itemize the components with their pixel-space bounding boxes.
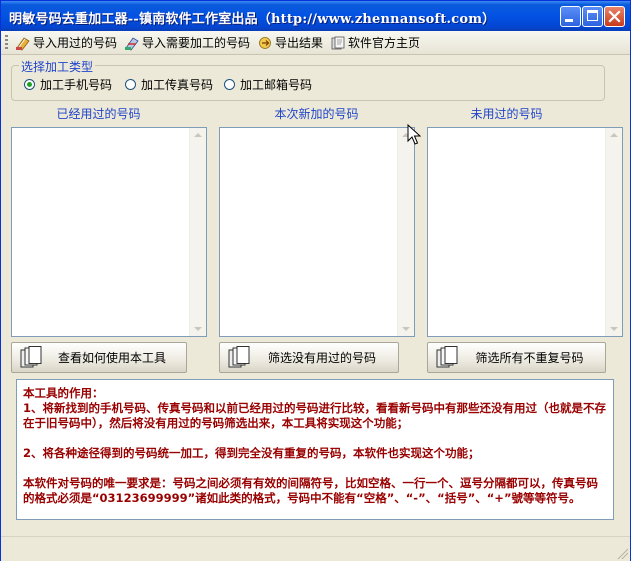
close-button[interactable] <box>604 6 625 27</box>
export-button[interactable]: 导出结果 <box>257 33 323 52</box>
info-heading: 本工具的作用： <box>23 386 104 400</box>
scroll-down-icon[interactable] <box>194 327 202 331</box>
radio-fax-indicator[interactable] <box>125 79 136 90</box>
export-icon <box>259 36 271 49</box>
maximize-button[interactable] <box>582 6 603 27</box>
used-numbers-label: 已经用过的号码 <box>56 107 141 121</box>
title-bar[interactable]: 明敏号码去重加工器--镇南软件工作室出品（http://www.zhennans… <box>1 1 630 31</box>
minimize-icon <box>565 19 573 22</box>
mouse-cursor-icon <box>407 124 421 145</box>
homepage-icon <box>331 36 345 49</box>
import-new-button[interactable]: 导入需要加工的号码 <box>124 33 250 52</box>
close-icon <box>608 10 621 23</box>
status-bar <box>1 536 630 561</box>
radio-email-indicator[interactable] <box>224 79 235 90</box>
filter-unused-button[interactable]: 筛选没有用过的号码 <box>219 342 399 373</box>
unused-numbers-list[interactable] <box>427 127 623 337</box>
radio-fax[interactable]: 加工传真号码 <box>125 76 213 93</box>
radio-mobile[interactable]: 加工手机号码 <box>24 76 112 93</box>
new-list-scrollbar[interactable] <box>397 128 414 336</box>
radio-fax-label: 加工传真号码 <box>141 78 214 92</box>
info-paragraph-3: 本软件对号码的唯一要求是：号码之间必须有有效的间隔符号，比如空格、一行一个、逗号… <box>23 476 598 505</box>
radio-email-label: 加工邮箱号码 <box>240 78 313 92</box>
toolbar: 导入用过的号码 导入需要加工的号码 导出结果 软件官方主页 <box>1 31 630 55</box>
filter-unique-button[interactable]: 筛选所有不重复号码 <box>427 342 606 373</box>
radio-email[interactable]: 加工邮箱号码 <box>224 76 312 93</box>
new-numbers-list[interactable] <box>219 127 415 337</box>
import-used-label: 导入用过的号码 <box>33 36 118 50</box>
how-to-use-button[interactable]: 查看如何使用本工具 <box>11 342 187 373</box>
radio-mobile-label: 加工手机号码 <box>40 78 113 92</box>
import-used-icon <box>16 36 30 50</box>
used-numbers-list[interactable] <box>11 127 207 337</box>
scroll-down-icon[interactable] <box>610 327 618 331</box>
used-list-scrollbar[interactable] <box>189 128 206 336</box>
new-numbers-label: 本次新加的号码 <box>274 107 359 121</box>
export-label: 导出结果 <box>275 36 324 50</box>
import-used-button[interactable]: 导入用过的号码 <box>15 33 117 52</box>
info-paragraph-1: 1、将新找到的手机号码、传真号码和以前已经用过的号码进行比较，看看新号码中有那些… <box>23 401 606 430</box>
scroll-up-icon[interactable] <box>610 133 618 137</box>
process-type-legend: 选择加工类型 <box>19 58 96 75</box>
filter-unused-label: 筛选没有用过的号码 <box>267 351 376 365</box>
homepage-button[interactable]: 软件官方主页 <box>330 33 420 52</box>
unused-numbers-label: 未用过的号码 <box>470 107 543 121</box>
unused-list-scrollbar[interactable] <box>605 128 622 336</box>
import-new-icon <box>125 36 139 50</box>
info-paragraph-2: 2、将各种途径得到的号码统一加工，得到完全没有重复的号码，本软件也实现这个功能； <box>23 446 480 460</box>
main-window: 明敏号码去重加工器--镇南软件工作室出品（http://www.zhennans… <box>0 0 631 561</box>
radio-mobile-indicator[interactable] <box>24 79 35 90</box>
minimize-button[interactable] <box>560 6 581 27</box>
process-type-group: 选择加工类型 加工手机号码 加工传真号码 加工邮箱号码 <box>11 58 605 101</box>
scroll-up-icon[interactable] <box>194 133 202 137</box>
scroll-down-icon[interactable] <box>402 327 410 331</box>
info-textbox[interactable]: 本工具的作用： 1、将新找到的手机号码、传真号码和以前已经用过的号码进行比较，看… <box>16 379 614 520</box>
filter-unique-label: 筛选所有不重复号码 <box>475 351 584 365</box>
resize-grip-icon[interactable] <box>616 547 628 559</box>
homepage-label: 软件官方主页 <box>348 36 421 50</box>
maximize-icon <box>587 10 598 21</box>
how-to-use-label: 查看如何使用本工具 <box>57 351 166 365</box>
toolbar-grip[interactable] <box>5 35 8 50</box>
window-title: 明敏号码去重加工器--镇南软件工作室出品（http://www.zhennans… <box>9 12 496 27</box>
import-new-label: 导入需要加工的号码 <box>142 36 251 50</box>
